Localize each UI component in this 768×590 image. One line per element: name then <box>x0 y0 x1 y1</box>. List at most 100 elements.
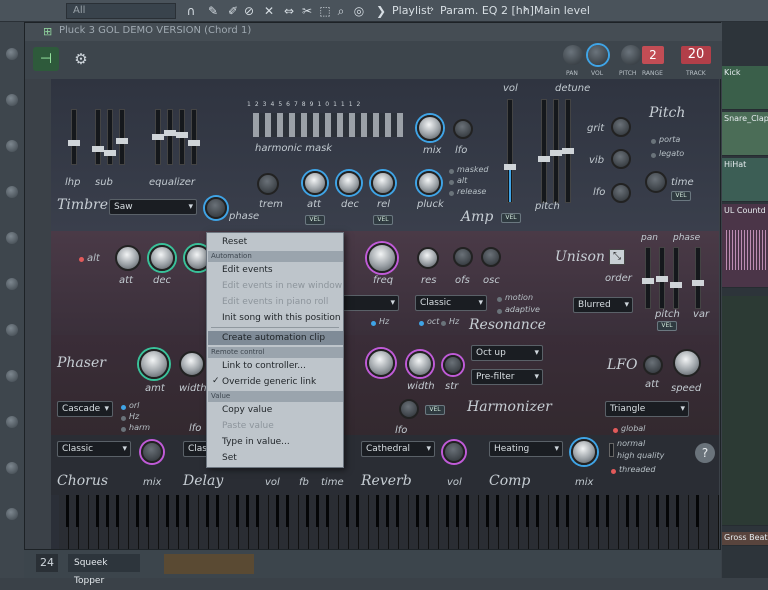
porta-radio[interactable] <box>651 139 656 144</box>
magnet-icon[interactable]: ∩ <box>184 4 198 18</box>
menu-reset[interactable]: Reset <box>222 237 247 247</box>
waveform-dropdown[interactable]: Saw <box>109 199 197 215</box>
adaptive-radio[interactable] <box>497 309 502 314</box>
comp-mix-knob[interactable] <box>571 439 597 465</box>
white-key[interactable] <box>119 495 129 549</box>
vel-button[interactable]: VEL <box>305 215 325 225</box>
lfo-knob[interactable] <box>453 119 473 139</box>
oct-radio[interactable] <box>419 321 424 326</box>
menu-paste-value[interactable]: Paste value <box>222 421 274 431</box>
res-knob[interactable] <box>417 247 439 269</box>
playlist-track[interactable]: UL Countd <box>722 204 768 288</box>
white-key[interactable] <box>699 495 709 549</box>
volume-knob[interactable] <box>588 45 608 65</box>
pluck-knob[interactable] <box>417 171 441 195</box>
unison-pan-fader[interactable] <box>656 247 668 309</box>
track-number[interactable]: 20 <box>681 46 711 64</box>
lfo-wave-dropdown[interactable]: Triangle <box>605 401 689 417</box>
menu-override-link[interactable]: Override generic link <box>222 377 316 387</box>
wrench-icon[interactable]: ⚙ <box>69 47 93 71</box>
white-key[interactable] <box>499 495 509 549</box>
menu-copy-value[interactable]: Copy value <box>222 405 272 415</box>
freq-knob[interactable] <box>367 243 397 273</box>
quality-switch[interactable] <box>609 443 614 457</box>
vel-button[interactable]: VEL <box>657 321 677 331</box>
filter-type-dropdown[interactable] <box>341 295 399 311</box>
phase-knob[interactable] <box>205 197 227 219</box>
trem-knob[interactable] <box>257 173 279 195</box>
main-level-label[interactable]: Main level <box>534 4 590 17</box>
channel-knob[interactable] <box>6 370 18 382</box>
white-key[interactable] <box>289 495 299 549</box>
menu-type-value[interactable]: Type in value... <box>222 437 290 447</box>
vel-button[interactable]: VEL <box>373 215 393 225</box>
unison-pan-fader[interactable] <box>642 247 654 309</box>
white-key[interactable] <box>329 495 339 549</box>
grit-knob[interactable] <box>611 117 631 137</box>
playlist-track[interactable]: Kick <box>722 66 768 110</box>
amp-rel-knob[interactable] <box>371 171 395 195</box>
reverb-mode-dropdown[interactable]: Cathedral <box>361 441 435 457</box>
menu-create-clip[interactable]: Create automation clip <box>222 333 325 343</box>
vol-fader[interactable] <box>504 99 516 203</box>
harmonizer-knob[interactable] <box>367 349 395 377</box>
mix-knob[interactable] <box>417 115 443 141</box>
help-button[interactable]: ? <box>695 443 715 463</box>
channel-knob[interactable] <box>6 324 18 336</box>
ofs-knob[interactable] <box>453 247 473 267</box>
channel-knob[interactable] <box>6 462 18 474</box>
eq-fader[interactable] <box>164 109 176 165</box>
threaded-led[interactable] <box>611 469 616 474</box>
unison-var-fader[interactable] <box>692 247 704 309</box>
hz-radio[interactable] <box>441 321 446 326</box>
chorus-mix-knob[interactable] <box>141 441 163 463</box>
sub-fader[interactable] <box>116 109 128 165</box>
playlist-track[interactable]: Snare_Claps <box>722 112 768 156</box>
lhp-fader[interactable] <box>68 109 80 165</box>
osc-knob[interactable] <box>481 247 501 267</box>
harmonic-mask-faders[interactable] <box>253 113 403 137</box>
unison-mode-dropdown[interactable]: Blurred <box>573 297 633 313</box>
channel-knob[interactable] <box>6 186 18 198</box>
hz-radio[interactable] <box>121 416 126 421</box>
channel-knob[interactable] <box>6 416 18 428</box>
brush-icon[interactable]: ✐ <box>226 4 240 18</box>
white-key[interactable] <box>639 495 649 549</box>
playlist-label[interactable]: Playlist <box>392 4 431 17</box>
motion-radio[interactable] <box>497 297 502 302</box>
release-radio[interactable] <box>449 191 454 196</box>
white-key[interactable] <box>539 495 549 549</box>
white-key[interactable] <box>79 495 89 549</box>
playlist-track[interactable] <box>722 296 768 526</box>
playlist-track[interactable]: HiHat <box>722 158 768 202</box>
vel-button[interactable]: VEL <box>671 191 691 201</box>
phaser-amt-knob[interactable] <box>139 349 169 379</box>
channel-knob[interactable] <box>6 140 18 152</box>
channel-knob[interactable] <box>6 508 18 520</box>
pattern-name[interactable]: Squeek Topper <box>68 554 140 586</box>
playlist-track[interactable]: Gross Beat <box>722 532 768 546</box>
filter-dec-knob[interactable] <box>149 245 175 271</box>
pencil-icon[interactable]: ✎ <box>206 4 220 18</box>
sub-fader[interactable] <box>92 109 104 165</box>
phaser-width-knob[interactable] <box>179 351 205 377</box>
mute-icon[interactable]: ✕ <box>262 4 276 18</box>
eq-fader[interactable] <box>188 109 200 165</box>
white-key[interactable] <box>219 495 229 549</box>
alt-led[interactable] <box>79 257 84 262</box>
filter-att-knob[interactable] <box>115 245 141 271</box>
legato-radio[interactable] <box>651 153 656 158</box>
time-knob[interactable] <box>645 171 667 193</box>
delete-icon[interactable]: ⊘ <box>242 4 256 18</box>
amp-att-knob[interactable] <box>303 171 327 195</box>
str-knob[interactable] <box>443 355 463 375</box>
arrow-icon[interactable]: ❯ <box>374 4 388 18</box>
channel-knob[interactable] <box>6 48 18 60</box>
harmonizer-interval-dropdown[interactable]: Oct up <box>471 345 543 361</box>
orl-radio[interactable] <box>121 405 126 410</box>
select-icon[interactable]: ⬚ <box>318 4 332 18</box>
detune-fader[interactable] <box>562 99 574 203</box>
pan-knob[interactable] <box>563 45 583 65</box>
chorus-mode-dropdown[interactable]: Classic <box>57 441 131 457</box>
window-titlebar[interactable]: ⊞ Pluck 3 GOL DEMO VERSION (Chord 1) <box>25 23 722 41</box>
